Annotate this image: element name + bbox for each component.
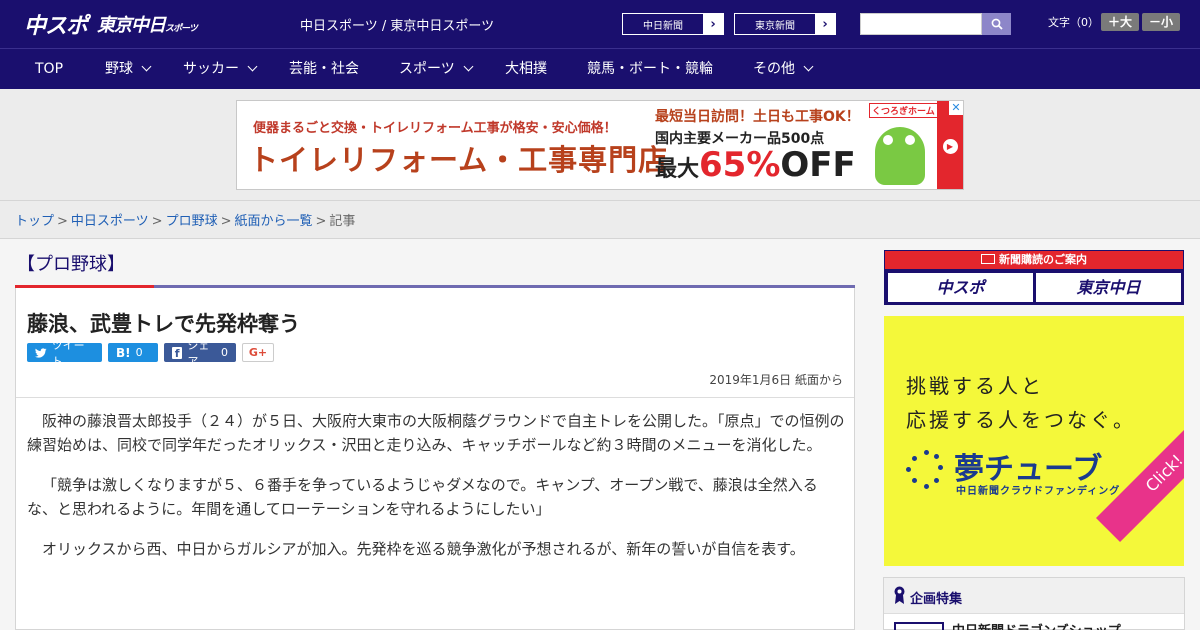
play-icon: ▶ <box>942 138 958 154</box>
nav-item-sports[interactable]: スポーツ <box>399 49 474 90</box>
twitter-icon <box>35 347 47 358</box>
breadcrumb-pro-baseball[interactable]: プロ野球 <box>166 214 218 229</box>
dots-logo-icon <box>906 450 946 490</box>
newspaper-icon <box>981 254 995 264</box>
feature-box: 企画特集 中日新聞ドラゴンズショップ <box>883 577 1185 630</box>
breadcrumb-chunichi-sports[interactable]: 中日スポーツ <box>71 214 149 229</box>
article-paragraph: 阪神の藤浪晋太郎投手（２４）が５日、大阪府大東市の大阪桐蔭グラウンドで自主トレを… <box>27 412 845 454</box>
site-logo[interactable]: 中スポ 東京中日スポーツ <box>24 10 198 39</box>
search-icon <box>991 18 1003 30</box>
subscribe-chuspo-button[interactable]: 中スポ <box>888 273 1033 302</box>
article: 藤浪、武豊トレで先発枠奪う ツイート B! 0 f シェア 0 G+ 2019年… <box>15 288 855 630</box>
tokyo-shimbun-link[interactable]: 東京新聞 › <box>734 13 836 35</box>
share-buttons: ツイート B! 0 f シェア 0 G+ <box>27 339 274 368</box>
ribbon-icon <box>894 586 905 604</box>
article-paragraph: オリックスから西、中日からガルシアが加入。先発枠を巡る競争激化が予想されるが、新… <box>42 540 805 558</box>
breadcrumb: トップ > 中日スポーツ > プロ野球 > 紙面から一覧 > 記事 <box>15 214 356 229</box>
chevron-down-icon <box>247 61 258 72</box>
nav-item-entertainment[interactable]: 芸能・社会 <box>289 49 359 90</box>
breadcrumb-paper-list[interactable]: 紙面から一覧 <box>235 214 313 229</box>
ad-area: 便器まるごと交換・トイレリフォーム工事が格安・安心価格！ トイレリフォーム・工事… <box>0 89 1200 201</box>
site-name: 中日スポーツ / 東京中日スポーツ <box>300 19 495 34</box>
tweet-button[interactable]: ツイート <box>27 339 102 368</box>
nav-item-sumo[interactable]: 大相撲 <box>505 49 547 90</box>
logo-tokyo-chunichi: 東京中日スポーツ <box>97 15 198 36</box>
main-nav: TOP 野球 サッカー 芸能・社会 スポーツ 大相撲 競馬・ボート・競輪 その他 <box>0 48 1200 89</box>
feature-item-link[interactable]: 中日新聞ドラゴンズショップ <box>952 620 1121 630</box>
chevron-down-icon <box>141 61 152 72</box>
ad-logo-sub: 中日新聞クラウドファンディング <box>956 486 1121 497</box>
hatena-icon: B! <box>116 345 131 360</box>
ad-copy-line: 挑戦する人と <box>906 374 1044 398</box>
font-size-label: 文字（0） <box>1048 16 1099 29</box>
ad-headline: トイレリフォーム・工事専門店 <box>249 143 669 177</box>
ad-subtext: 便器まるごと交換・トイレリフォーム工事が格安・安心価格！ <box>253 121 617 136</box>
logo-chuspo: 中スポ <box>24 14 88 39</box>
search-input[interactable] <box>860 13 982 35</box>
frog-mascot-icon <box>875 127 925 185</box>
subscription-heading: 新聞購読のご案内 <box>885 251 1183 269</box>
subscription-box: 新聞購読のご案内 中スポ 東京中日 <box>884 250 1184 305</box>
chevron-down-icon <box>463 61 474 72</box>
close-icon[interactable]: ✕ <box>949 101 963 115</box>
feature-thumbnail[interactable] <box>894 622 944 630</box>
nav-item-other[interactable]: その他 <box>753 49 814 90</box>
font-size-increase-button[interactable]: ＋大 <box>1101 13 1139 31</box>
google-plus-icon: G+ <box>248 346 268 359</box>
nav-item-top[interactable]: TOP <box>35 49 63 90</box>
font-size-decrease-button[interactable]: －小 <box>1142 13 1180 31</box>
article-paragraph: 「競争は激しくなりますが５、６番手を争っているようじゃダメなので。キャンプ、オー… <box>27 476 818 518</box>
facebook-icon: f <box>172 346 183 360</box>
chunichi-shimbun-link[interactable]: 中日新聞 › <box>622 13 724 35</box>
google-plus-button[interactable]: G+ <box>242 343 274 362</box>
feature-heading: 企画特集 <box>884 578 1184 614</box>
article-category: 【プロ野球】 <box>17 254 125 275</box>
breadcrumb-top[interactable]: トップ <box>15 214 54 229</box>
ad-copy-line: 応援する人をつなぐ。 <box>906 408 1136 432</box>
breadcrumb-current: 記事 <box>329 214 356 229</box>
nav-item-soccer[interactable]: サッカー <box>183 49 258 90</box>
article-date: 2019年1月6日 紙面から <box>709 373 843 387</box>
divider <box>16 397 854 398</box>
top-header: 中スポ 東京中日スポーツ 中日スポーツ / 東京中日スポーツ 中日新聞 › 東京… <box>0 0 1200 48</box>
sidebar-ad-yume-tube[interactable]: 挑戦する人と 応援する人をつなぐ。 夢チューブ 中日新聞クラウドファンディング … <box>884 316 1184 566</box>
chevron-down-icon <box>803 61 814 72</box>
article-body: 阪神の藤浪晋太郎投手（２４）が５日、大阪府大東市の大阪桐蔭グラウンドで自主トレを… <box>27 409 845 577</box>
article-title: 藤浪、武豊トレで先発枠奪う <box>27 312 300 336</box>
ad-banner[interactable]: 便器まるごと交換・トイレリフォーム工事が格安・安心価格！ トイレリフォーム・工事… <box>236 100 964 190</box>
subscribe-tokyo-chunichi-button[interactable]: 東京中日 <box>1036 273 1181 302</box>
chevron-right-icon: › <box>815 14 835 34</box>
ad-offer: 最短当日訪問！土日も工事OK！ 国内主要メーカー品500点 最大65%OFF く… <box>647 101 939 189</box>
chevron-right-icon: › <box>703 14 723 34</box>
ad-brand-logo: くつろぎホーム <box>869 103 938 118</box>
nav-item-baseball[interactable]: 野球 <box>105 49 152 90</box>
search-button[interactable] <box>982 13 1011 35</box>
facebook-share-button[interactable]: f シェア 0 <box>164 339 236 368</box>
nav-item-keiba[interactable]: 競馬・ボート・競輪 <box>587 49 713 90</box>
hatena-bookmark-button[interactable]: B! 0 <box>108 343 158 362</box>
